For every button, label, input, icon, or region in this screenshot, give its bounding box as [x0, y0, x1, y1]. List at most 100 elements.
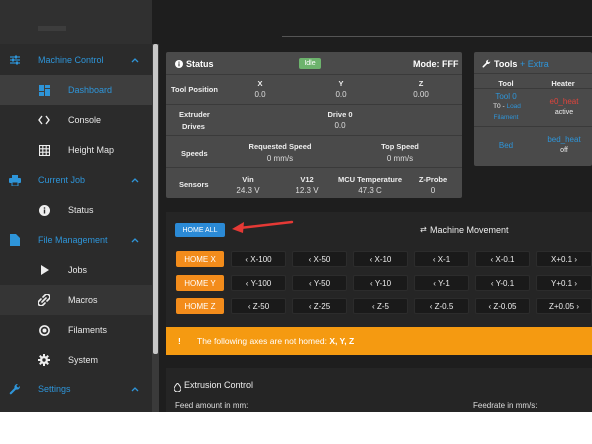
divider	[166, 135, 462, 136]
nav-item-label: Macros	[68, 295, 98, 305]
tool-0-load-row: T0 - Load	[490, 103, 524, 110]
wrench-icon	[482, 59, 491, 70]
nav-item-label: Jobs	[68, 265, 88, 275]
jog-label: Y+0.1	[550, 278, 573, 288]
jog-y-plus-0-1[interactable]: Y+0.1 ›	[536, 275, 592, 291]
jog-y-minus-50[interactable]: ‹ Y-50	[292, 275, 347, 291]
jog-x-minus-0-1[interactable]: ‹ X-0.1	[475, 251, 530, 267]
divider	[166, 74, 462, 75]
jog-label: Y-10	[374, 278, 392, 288]
bed-heater-link[interactable]: bed_heat	[544, 135, 584, 144]
file-icon	[8, 233, 22, 247]
jog-label: X-10	[374, 254, 392, 264]
nav-item-dashboard[interactable]: Dashboard	[0, 75, 152, 105]
warning-axes: X, Y, Z	[329, 336, 355, 346]
water-drop-icon	[173, 379, 182, 397]
sensor-v12-label: V12	[300, 175, 314, 184]
jog-y-minus-10[interactable]: ‹ Y-10	[353, 275, 408, 291]
jog-x-minus-50[interactable]: ‹ X-50	[292, 251, 347, 267]
drive-name: Drive 0	[327, 110, 353, 119]
home-z-button[interactable]: HOME Z	[176, 298, 224, 314]
home-all-button[interactable]: HOME ALL	[175, 223, 225, 237]
play-icon	[37, 263, 51, 277]
nav-item-macros[interactable]: Macros	[0, 285, 152, 315]
jog-z-minus-50[interactable]: ‹ Z-50	[231, 298, 286, 314]
jog-x-plus-0-1[interactable]: X+0.1 ›	[536, 251, 592, 267]
nav-item-jobs[interactable]: Jobs	[0, 255, 152, 285]
nav-section-settings[interactable]: Settings	[0, 374, 152, 404]
chevron-up-icon	[131, 387, 139, 392]
jog-x-minus-100[interactable]: ‹ X-100	[231, 251, 286, 267]
sidebar-scrollbar[interactable]	[152, 44, 159, 412]
nav-item-status[interactable]: Status	[0, 195, 152, 225]
jog-z-minus-0-5[interactable]: ‹ Z-0.5	[414, 298, 469, 314]
drive-value: 0.0	[334, 121, 346, 130]
jog-y-minus-1[interactable]: ‹ Y-1	[414, 275, 469, 291]
load-filament-link-2[interactable]: Filament	[488, 114, 524, 121]
tool-0-link[interactable]: Tool 0	[490, 92, 522, 101]
jog-label: Z-0.5	[434, 301, 454, 311]
nav-item-label: Height Map	[68, 145, 115, 155]
sensor-zprobe-label: Z-Probe	[418, 175, 448, 184]
top-speed-value: 0 mm/s	[386, 154, 414, 163]
jog-label: X-50	[313, 254, 331, 264]
extrusion-title: Extrusion Control	[184, 380, 254, 390]
jog-x-minus-10[interactable]: ‹ X-10	[353, 251, 408, 267]
sliders-icon	[8, 53, 22, 67]
jog-z-minus-25[interactable]: ‹ Z-25	[292, 298, 347, 314]
nav-item-height-map[interactable]: Height Map	[0, 135, 152, 165]
sensor-vin-label: Vin	[242, 175, 254, 184]
sensor-zprobe-value: 0	[430, 186, 436, 195]
nav-item-system[interactable]: System	[0, 345, 152, 375]
chevron-right-icon: ›	[572, 278, 578, 288]
nav-item-console[interactable]: Console	[0, 105, 152, 135]
load-filament-link[interactable]: Load	[506, 103, 520, 110]
jog-label: Y-1	[438, 278, 450, 288]
sensor-v12-value: 12.3 V	[295, 186, 319, 195]
scrollbar-thumb[interactable]	[153, 44, 158, 354]
warning-icon: !	[178, 336, 181, 346]
divider	[474, 73, 592, 74]
mode-label: Mode: FFF	[413, 59, 459, 69]
jog-label: X-0.1	[495, 254, 515, 264]
divider	[166, 104, 462, 105]
jog-label: Z-5	[376, 301, 389, 311]
sidebar-header	[0, 0, 152, 44]
home-x-button[interactable]: HOME X	[176, 251, 224, 267]
chevron-right-icon: ›	[574, 301, 580, 311]
tool-0-heater-link[interactable]: e0_heat	[544, 97, 584, 106]
axis-x-header: X	[257, 79, 263, 88]
jog-y-minus-100[interactable]: ‹ Y-100	[231, 275, 286, 291]
nav-section-machine-control[interactable]: Machine Control	[0, 45, 152, 75]
axis-y-header: Y	[338, 79, 344, 88]
spool-icon	[37, 323, 51, 337]
jog-label: Z-50	[252, 301, 270, 311]
nav-section-label: Current Job	[38, 175, 86, 185]
jog-z-plus-0-05[interactable]: Z+0.05 ›	[536, 298, 592, 314]
home-y-button[interactable]: HOME Y	[176, 275, 224, 291]
extra-tab[interactable]: + Extra	[520, 59, 549, 69]
position-y-value: 0.0	[335, 90, 347, 99]
jog-x-minus-1[interactable]: ‹ X-1	[414, 251, 469, 267]
not-homed-warning: ! The following axes are not homed: X, Y…	[166, 327, 592, 355]
jog-label: Z-0.05	[493, 301, 517, 311]
jog-y-minus-0-1[interactable]: ‹ Y-0.1	[475, 275, 530, 291]
bed-link[interactable]: Bed	[490, 141, 522, 150]
nav-section-current-job[interactable]: Current Job	[0, 165, 152, 195]
link-icon	[37, 293, 51, 307]
requested-speed-label: Requested Speed	[248, 142, 312, 151]
chevron-up-icon	[131, 58, 139, 63]
gear-icon	[37, 353, 51, 367]
nav-section-label: Settings	[38, 384, 71, 394]
jog-label: X+0.1	[550, 254, 573, 264]
tool-0-prefix: T0 -	[493, 103, 507, 110]
nav-section-file-management[interactable]: File Management	[0, 225, 152, 255]
jog-z-minus-0-05[interactable]: ‹ Z-0.05	[475, 298, 530, 314]
jog-z-minus-5[interactable]: ‹ Z-5	[353, 298, 408, 314]
annotation-arrow-icon	[232, 220, 294, 233]
grid-icon	[37, 143, 51, 157]
sensors-label: Sensors	[179, 180, 209, 189]
tool-0-heater-state: active	[554, 109, 574, 116]
bed-heater-state: off	[560, 147, 568, 154]
nav-item-filaments[interactable]: Filaments	[0, 315, 152, 345]
